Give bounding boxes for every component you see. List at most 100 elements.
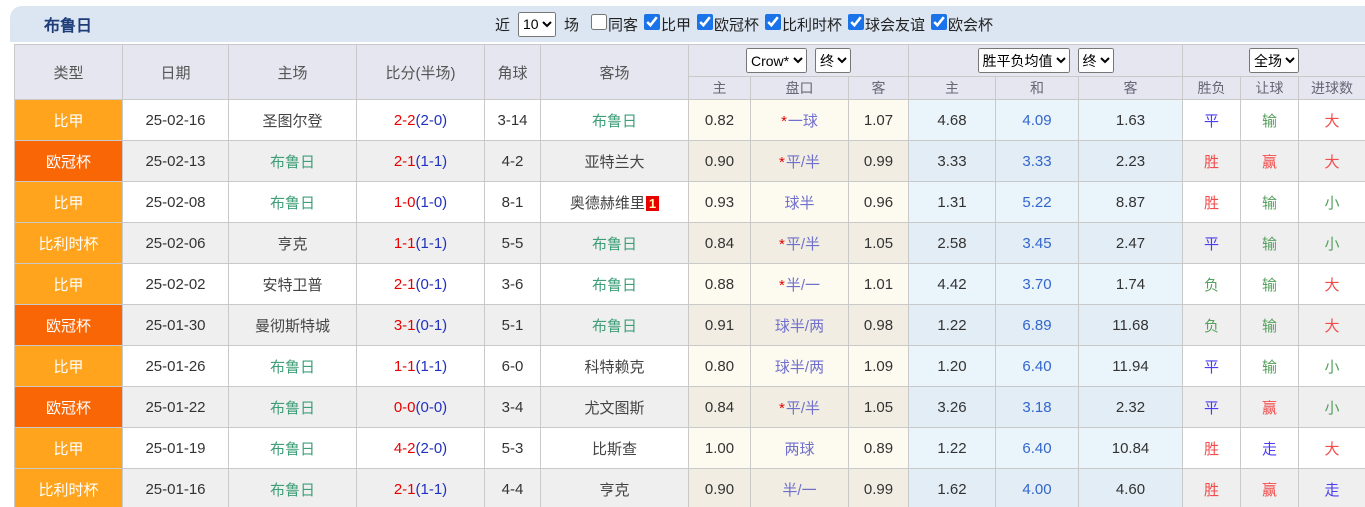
avg-type-select[interactable]: 胜平负均值 (977, 48, 1070, 73)
away-team-link[interactable]: 布鲁日 (592, 277, 637, 294)
home-team-cell: 曼彻斯特城 (228, 304, 357, 346)
odds-away-cell: 0.99 (848, 140, 909, 182)
recent-count-select[interactable]: 10 (517, 11, 556, 37)
subcol-avg-home: 主 (908, 76, 996, 100)
match-type-badge: 比甲 (14, 99, 123, 141)
match-type-badge: 欧冠杯 (14, 140, 123, 182)
avg-away-cell: 11.94 (1077, 345, 1184, 387)
halftime-score: (1-1) (415, 480, 448, 498)
home-team-link[interactable]: 曼彻斯特城 (255, 318, 330, 335)
odds-company-header: Crow* 终 (688, 44, 909, 77)
goals-result-cell: 走 (1298, 468, 1365, 507)
recent-label: 近 (494, 16, 510, 34)
away-team-link[interactable]: 尤文图斯 (584, 400, 644, 417)
filter-jupiler-league-checkbox[interactable] (643, 13, 660, 30)
home-team-link[interactable]: 布鲁日 (270, 195, 315, 212)
match-type-badge: 欧冠杯 (14, 386, 123, 428)
match-history-table-wrap: 类型 日期 主场 比分(半场) 角球 客场 Crow* 终 胜平负均值 终 全场… (14, 44, 1365, 507)
away-team-cell: 布鲁日 (540, 222, 689, 264)
handicap-result-cell: 赢 (1240, 468, 1300, 507)
avg-away-cell: 2.47 (1077, 222, 1184, 264)
match-date: 25-02-08 (122, 181, 229, 223)
away-team-link[interactable]: 布鲁日 (592, 318, 637, 335)
away-team-link[interactable]: 奥德赫维里 (570, 195, 645, 212)
handicap-cell: *平/半 (750, 140, 849, 182)
home-team-cell: 布鲁日 (228, 181, 357, 223)
odds-away-cell: 1.09 (848, 345, 909, 387)
avg-away-cell: 2.23 (1077, 140, 1184, 182)
home-team-link[interactable]: 布鲁日 (270, 400, 315, 417)
handicap-text: 半/一 (782, 481, 817, 499)
avg-draw-cell: 6.89 (995, 304, 1079, 346)
match-history-table: 类型 日期 主场 比分(半场) 角球 客场 Crow* 终 胜平负均值 终 全场… (14, 44, 1365, 507)
home-team-link[interactable]: 圣图尔登 (262, 113, 322, 130)
away-team-link[interactable]: 亚特兰大 (584, 154, 644, 171)
avg-time-select[interactable]: 终 (1077, 48, 1114, 73)
odds-home-cell: 0.91 (688, 304, 751, 346)
odds-away-cell: 1.05 (848, 222, 909, 264)
handicap-star: * (778, 399, 785, 417)
match-date: 25-01-16 (122, 468, 229, 507)
away-team-link[interactable]: 比斯查 (592, 441, 637, 458)
fulltime-score: 2-1 (393, 275, 416, 293)
match-date: 25-01-19 (122, 427, 229, 469)
filter-conference-league-checkbox[interactable] (931, 13, 948, 30)
filter-same-venue-checkbox[interactable] (590, 13, 607, 30)
handicap-result-cell: 输 (1240, 222, 1300, 264)
match-date: 25-01-22 (122, 386, 229, 428)
handicap-result-cell: 走 (1240, 427, 1300, 469)
handicap-cell: 半/一 (750, 468, 849, 507)
halftime-score: (0-1) (415, 275, 448, 293)
home-team-link[interactable]: 安特卫普 (262, 277, 322, 294)
away-team-cell: 比斯查 (540, 427, 689, 469)
away-team-cell: 布鲁日 (540, 99, 689, 141)
away-team-link[interactable]: 科特赖克 (584, 359, 644, 376)
avg-away-cell: 1.74 (1077, 263, 1184, 305)
col-type: 类型 (14, 44, 123, 100)
halftime-score: (1-1) (415, 357, 448, 375)
filter-champions-league-label: 欧冠杯 (714, 16, 760, 34)
match-type-badge: 比甲 (14, 181, 123, 223)
score-cell: 1-1(1-1) (356, 222, 485, 264)
corners-cell: 8-1 (484, 181, 541, 223)
halftime-score: (1-0) (415, 193, 448, 211)
col-corners: 角球 (484, 44, 541, 100)
away-team-link[interactable]: 布鲁日 (592, 236, 637, 253)
score-cell: 3-1(0-1) (356, 304, 485, 346)
subcol-odds-away: 客 (848, 76, 909, 100)
home-team-link[interactable]: 布鲁日 (270, 482, 315, 499)
match-date: 25-02-06 (122, 222, 229, 264)
avg-draw-cell: 4.00 (995, 468, 1079, 507)
subcol-handicap: 盘口 (750, 76, 849, 100)
handicap-result-cell: 输 (1240, 263, 1300, 305)
score-cell: 2-1(1-1) (356, 468, 485, 507)
filter-club-friendly-checkbox[interactable] (848, 13, 865, 30)
handicap-star: * (781, 112, 787, 130)
home-team-link[interactable]: 布鲁日 (270, 441, 315, 458)
score-cell: 2-2(2-0) (356, 99, 485, 141)
wdl-result-cell: 平 (1182, 222, 1242, 264)
odds-company-select[interactable]: Crow* (746, 48, 807, 73)
period-select[interactable]: 全场 (1249, 48, 1300, 73)
home-team-link[interactable]: 布鲁日 (270, 359, 315, 376)
home-team-link[interactable]: 亨克 (277, 236, 307, 253)
goals-result-cell: 小 (1298, 386, 1365, 428)
wdl-result-cell: 胜 (1182, 427, 1242, 469)
score-cell: 1-1(1-1) (356, 345, 485, 387)
away-team-link[interactable]: 布鲁日 (592, 113, 637, 130)
col-score: 比分(半场) (356, 44, 485, 100)
filter-belgian-cup-checkbox[interactable] (765, 13, 782, 30)
home-team-link[interactable]: 布鲁日 (270, 154, 315, 171)
odds-away-cell: 1.01 (848, 263, 909, 305)
handicap-cell: *一球 (750, 99, 849, 141)
filter-champions-league-checkbox[interactable] (697, 13, 713, 30)
odds-time-select[interactable]: 终 (815, 48, 851, 73)
away-team-link[interactable]: 亨克 (599, 482, 629, 499)
fulltime-score: 1-1 (393, 234, 416, 252)
table-row: 比利时杯 25-01-16 布鲁日 2-1(1-1) 4-4 亨克 0.90 半/一 0.99 1… (14, 468, 1365, 507)
avg-draw-cell: 6.40 (995, 345, 1079, 387)
match-date: 25-01-26 (122, 345, 229, 387)
goals-result-cell: 大 (1298, 140, 1365, 182)
handicap-cell: 球半/两 (750, 304, 849, 346)
halftime-score: (2-0) (415, 439, 448, 457)
